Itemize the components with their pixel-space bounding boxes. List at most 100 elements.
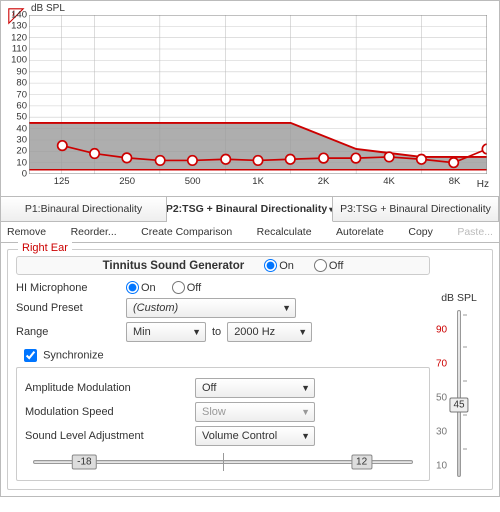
chevron-down-icon: ▼	[298, 327, 307, 337]
radio-label: On	[141, 282, 156, 294]
radio-label: Off	[329, 260, 343, 272]
autorelate-button[interactable]: Autorelate	[336, 226, 384, 238]
y-tick: 50	[16, 112, 29, 123]
y-tick: 90	[16, 66, 29, 77]
spl-tick: 10	[436, 460, 447, 471]
select-value: (Custom)	[133, 302, 178, 314]
modulation-group: Amplitude Modulation Off ▼ Modulation Spe…	[16, 367, 430, 481]
action-bar: Remove Reorder... Create Comparison Reca…	[1, 222, 499, 243]
x-tick: 500	[185, 174, 201, 187]
range-to-label: to	[212, 326, 221, 338]
chart-plot: 1401301201101009080706050403020100125250…	[29, 15, 487, 174]
select-value: Slow	[202, 406, 226, 418]
y-tick: 140	[11, 10, 29, 21]
tsg-off-radio[interactable]: Off	[314, 259, 343, 272]
level-range-slider[interactable]: -18 12	[25, 450, 421, 474]
level-high-thumb[interactable]: 12	[351, 455, 372, 470]
tsg-title: Tinnitus Sound Generator	[103, 260, 245, 272]
amp-mod-row: Amplitude Modulation Off ▼	[25, 378, 421, 398]
program-tabs: P1:Binaural Directionality P2:TSG + Bina…	[1, 196, 499, 222]
amp-mod-select[interactable]: Off ▼	[195, 378, 315, 398]
tsg-generator-row: Tinnitus Sound Generator On Off	[16, 256, 430, 275]
y-tick: 100	[11, 55, 29, 66]
range-label: Range	[16, 326, 126, 338]
chart-area: i dB SPL Hz	[1, 1, 499, 196]
checkbox-label: Synchronize	[43, 349, 104, 361]
y-tick: 0	[22, 169, 29, 180]
spl-unit-label: dB SPL	[436, 292, 482, 304]
x-tick: 4K	[383, 174, 395, 187]
tab-p1[interactable]: P1:Binaural Directionality	[1, 197, 167, 221]
y-tick: 40	[16, 123, 29, 134]
chevron-down-icon: ▼	[282, 303, 291, 313]
y-tick: 10	[16, 157, 29, 168]
spl-thumb[interactable]: 45	[449, 398, 468, 413]
paste-button: Paste...	[457, 226, 493, 238]
sound-level-adj-row: Sound Level Adjustment Volume Control ▼	[25, 426, 421, 446]
select-value: Min	[133, 326, 151, 338]
tsg-on-radio[interactable]: On	[264, 259, 294, 272]
slider-midline	[223, 453, 224, 471]
recalculate-button[interactable]: Recalculate	[257, 226, 312, 238]
radio-label: Off	[187, 282, 201, 294]
y-tick: 110	[12, 44, 29, 55]
copy-button[interactable]: Copy	[408, 226, 433, 238]
y-tick: 80	[16, 78, 29, 89]
x-tick: 250	[119, 174, 135, 187]
root-panel: i dB SPL Hz	[0, 0, 500, 497]
y-tick: 60	[16, 100, 29, 111]
create-comparison-button[interactable]: Create Comparison	[141, 226, 232, 238]
x-axis-label: Hz	[477, 179, 489, 190]
spl-tick: 30	[436, 426, 447, 437]
chevron-down-icon: ▼	[301, 407, 310, 417]
ear-section-title: Right Ear	[18, 242, 72, 254]
sound-level-adj-select[interactable]: Volume Control ▼	[195, 426, 315, 446]
spl-tick: 50	[436, 392, 447, 403]
y-tick: 70	[16, 89, 29, 100]
x-tick: 125	[54, 174, 70, 187]
spl-track	[457, 310, 461, 477]
sound-level-adj-label: Sound Level Adjustment	[25, 430, 195, 442]
hi-mic-on-radio[interactable]: On	[126, 281, 156, 294]
amp-mod-label: Amplitude Modulation	[25, 382, 195, 394]
tab-p3[interactable]: P3:TSG + Binaural Directionality	[333, 197, 499, 221]
y-tick: 130	[11, 21, 29, 32]
range-max-select[interactable]: 2000 Hz▼	[227, 322, 312, 342]
hi-mic-label: HI Microphone	[16, 282, 126, 294]
reorder-button[interactable]: Reorder...	[71, 226, 117, 238]
tab-label: P2:TSG + Binaural Directionality	[167, 203, 327, 215]
radio-label: On	[279, 260, 294, 272]
tab-label: P1:Binaural Directionality	[25, 203, 142, 215]
synchronize-checkbox[interactable]: Synchronize	[20, 346, 430, 365]
remove-button[interactable]: Remove	[7, 226, 46, 238]
mod-speed-row: Modulation Speed Slow ▼	[25, 402, 421, 422]
spl-vertical-slider[interactable]: dB SPL 90 70 50 30 10 45	[436, 292, 482, 481]
y-tick: 30	[16, 134, 29, 145]
chevron-down-icon: ▼	[192, 327, 201, 337]
sound-preset-label: Sound Preset	[16, 302, 126, 314]
tab-p2[interactable]: P2:TSG + Binaural Directionality▾	[167, 197, 333, 222]
mod-speed-label: Modulation Speed	[25, 406, 195, 418]
hi-mic-off-radio[interactable]: Off	[172, 281, 201, 294]
level-low-thumb[interactable]: -18	[72, 455, 96, 470]
hi-mic-row: HI Microphone On Off	[16, 281, 430, 294]
y-tick: 120	[11, 32, 29, 43]
sound-preset-select[interactable]: (Custom) ▼	[126, 298, 296, 318]
chevron-down-icon: ▼	[301, 383, 310, 393]
select-value: Volume Control	[202, 430, 277, 442]
sound-preset-row: Sound Preset (Custom) ▼	[16, 298, 430, 318]
x-tick: 2K	[318, 174, 330, 187]
range-row: Range Min ▼ to 2000 Hz▼	[16, 322, 430, 342]
tab-label: P3:TSG + Binaural Directionality	[340, 203, 491, 215]
select-value: Off	[202, 382, 216, 394]
chevron-down-icon: ▼	[301, 431, 310, 441]
x-tick: 1K	[252, 174, 264, 187]
x-tick: 8K	[449, 174, 461, 187]
spl-tick: 90	[436, 324, 447, 335]
y-axis-label: dB SPL	[31, 3, 65, 14]
spl-tick: 70	[436, 358, 447, 369]
tsg-panel: Right Ear Tinnitus Sound Generator On Of…	[7, 249, 493, 490]
controls-left: Tinnitus Sound Generator On Off HI Micro…	[16, 256, 430, 481]
y-tick: 20	[16, 146, 29, 157]
range-min-select[interactable]: Min ▼	[126, 322, 206, 342]
